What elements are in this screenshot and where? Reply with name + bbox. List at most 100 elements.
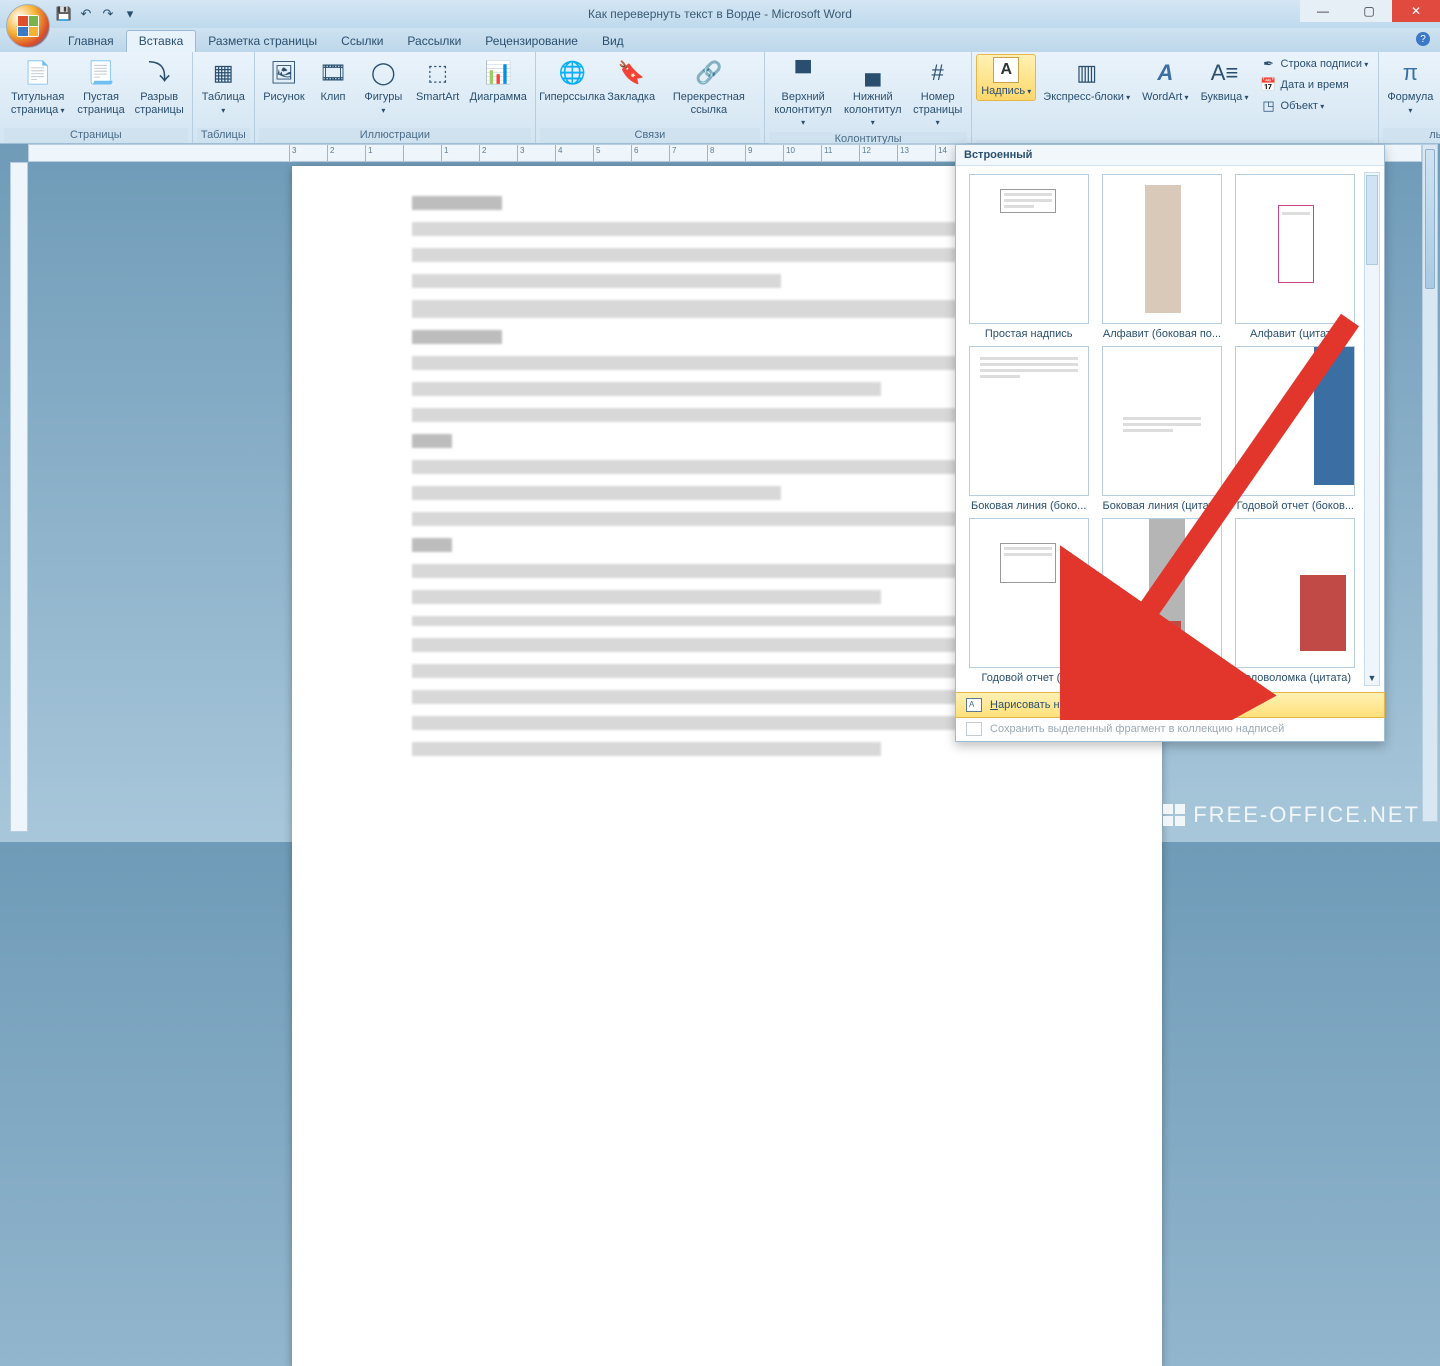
- group-tables: ▦Таблица Таблицы: [193, 52, 255, 143]
- object-button[interactable]: ◳Объект: [1256, 96, 1374, 116]
- gallery-item-sideline-quote[interactable]: Боковая линия (цитат...: [1099, 346, 1224, 512]
- scrollbar-thumb[interactable]: [1425, 149, 1435, 289]
- gallery-item-label: Головоломка (бокова...: [1102, 672, 1222, 684]
- minimize-button[interactable]: —: [1300, 0, 1346, 22]
- table-button[interactable]: ▦Таблица: [197, 54, 250, 119]
- tab-view[interactable]: Вид: [590, 31, 636, 52]
- crossref-button[interactable]: 🔗Перекрестная ссылка: [658, 54, 760, 119]
- page-number-button[interactable]: #Номер страницы: [908, 54, 967, 132]
- shapes-button[interactable]: ◯Фигуры: [357, 54, 410, 119]
- gallery-body: Простая надпись Алфавит (боковая по... А…: [956, 166, 1384, 692]
- gallery-scrollbar[interactable]: ▲ ▼: [1364, 172, 1380, 686]
- page-break-icon: ⤵: [143, 57, 175, 89]
- help-icon[interactable]: ?: [1416, 32, 1430, 46]
- redo-icon[interactable]: ↷: [100, 6, 116, 22]
- gallery-item-puzzle-quote[interactable]: Головоломка (цитата): [1233, 518, 1358, 684]
- crossref-icon: 🔗: [693, 57, 725, 89]
- table-icon: ▦: [207, 57, 239, 89]
- cover-page-button[interactable]: 📄Титульная страница: [4, 54, 71, 119]
- tab-page-layout[interactable]: Разметка страницы: [196, 31, 329, 52]
- group-label: Таблицы: [197, 128, 250, 143]
- dropcap-icon: A≡: [1209, 57, 1241, 89]
- smartart-icon: ⬚: [422, 57, 454, 89]
- save-selection-menuitem: Сохранить выделенный фрагмент в коллекци…: [956, 717, 1384, 741]
- picture-button[interactable]: 🖼Рисунок: [259, 54, 309, 107]
- window-title: Как перевернуть текст в Ворде - Microsof…: [0, 7, 1440, 21]
- quickparts-icon: ▥: [1071, 57, 1103, 89]
- clip-button[interactable]: 🎞Клип: [311, 54, 355, 107]
- datetime-icon: 📅: [1261, 77, 1277, 93]
- gallery-item-alphabet-quote[interactable]: Алфавит (цитата): [1233, 174, 1358, 340]
- header-button[interactable]: ▀Верхний колонтитул: [769, 54, 838, 132]
- hyperlink-button[interactable]: 🌐Гиперссылка: [540, 54, 605, 107]
- save-icon[interactable]: 💾: [56, 6, 72, 22]
- tab-mailings[interactable]: Рассылки: [395, 31, 473, 52]
- gallery-item-annual-side[interactable]: Годовой отчет (боков...: [1233, 346, 1358, 512]
- office-button[interactable]: [6, 4, 50, 48]
- watermark-logo-icon: [1163, 804, 1185, 826]
- group-label: Иллюстрации: [259, 128, 531, 143]
- blank-page-button[interactable]: 📃Пустая страница: [73, 54, 128, 119]
- object-icon: ◳: [1261, 98, 1277, 114]
- gallery-item-alphabet-side[interactable]: Алфавит (боковая по...: [1099, 174, 1224, 340]
- textbox-icon: A: [993, 57, 1019, 83]
- gallery-item-label: Годовой отчет (ц...: [969, 672, 1089, 684]
- quickparts-button[interactable]: ▥Экспресс-блоки: [1038, 54, 1135, 107]
- gallery-footer: A ННарисовать надписьарисовать надпись С…: [956, 692, 1384, 741]
- quick-access-toolbar: 💾 ↶ ↷ ▾: [56, 6, 138, 22]
- tab-review[interactable]: Рецензирование: [473, 31, 590, 52]
- smartart-button[interactable]: ⬚SmartArt: [412, 54, 464, 107]
- draw-textbox-menuitem[interactable]: A ННарисовать надписьарисовать надпись: [955, 692, 1385, 718]
- gallery-item-annual-quote[interactable]: Годовой отчет (ц...: [966, 518, 1091, 684]
- gallery-item-sideline-side[interactable]: Боковая линия (боко...: [966, 346, 1091, 512]
- footer-button[interactable]: ▄Нижний колонтитул: [839, 54, 906, 132]
- group-header-footer: ▀Верхний колонтитул ▄Нижний колонтитул #…: [765, 52, 972, 143]
- textbox-button[interactable]: AНадпись: [976, 54, 1036, 101]
- qat-more-icon[interactable]: ▾: [122, 6, 138, 22]
- group-label: лы: [1383, 128, 1440, 143]
- page-number-icon: #: [922, 57, 954, 89]
- chart-button[interactable]: 📊Диаграмма: [466, 54, 531, 107]
- gallery-item-simple[interactable]: Простая надпись: [966, 174, 1091, 340]
- watermark: FREE-OFFICE.NET: [1163, 802, 1420, 828]
- page-break-button[interactable]: ⤵Разрыв страницы: [131, 54, 188, 119]
- group-label: [976, 140, 1373, 143]
- vertical-ruler[interactable]: [10, 162, 28, 832]
- gallery-item-puzzle-side[interactable]: Головоломка (бокова...: [1099, 518, 1224, 684]
- signature-line-button[interactable]: ✒Строка подписи: [1256, 54, 1374, 74]
- group-text: AНадпись ▥Экспресс-блоки AWordArt A≡Букв…: [972, 52, 1378, 143]
- wordart-icon: A: [1149, 57, 1181, 89]
- picture-icon: 🖼: [268, 57, 300, 89]
- tab-home[interactable]: Главная: [56, 31, 126, 52]
- undo-icon[interactable]: ↶: [78, 6, 94, 22]
- vertical-scrollbar[interactable]: [1422, 144, 1438, 822]
- tab-references[interactable]: Ссылки: [329, 31, 395, 52]
- wordart-button[interactable]: AWordArt: [1137, 54, 1193, 107]
- tab-insert[interactable]: Вставка: [126, 30, 197, 52]
- equation-button[interactable]: πФормула: [1383, 54, 1439, 119]
- scroll-down-icon[interactable]: ▼: [1365, 671, 1379, 685]
- header-icon: ▀: [787, 57, 819, 89]
- menu-label: ННарисовать надписьарисовать надпись: [990, 699, 1095, 711]
- maximize-button[interactable]: ▢: [1346, 0, 1392, 22]
- gallery-item-label: Боковая линия (цитат...: [1102, 500, 1222, 512]
- title-bar: 💾 ↶ ↷ ▾ Как перевернуть текст в Ворде - …: [0, 0, 1440, 28]
- textbox-gallery: Встроенный Простая надпись Алфавит (боко…: [955, 144, 1385, 742]
- group-pages: 📄Титульная страница 📃Пустая страница ⤵Ра…: [0, 52, 193, 143]
- gallery-item-label: Алфавит (цитата): [1235, 328, 1355, 340]
- bookmark-icon: 🔖: [615, 57, 647, 89]
- close-button[interactable]: ✕: [1392, 0, 1440, 22]
- gallery-header: Встроенный: [956, 145, 1384, 166]
- chart-icon: 📊: [482, 57, 514, 89]
- date-time-button[interactable]: 📅Дата и время: [1256, 75, 1374, 95]
- equation-icon: π: [1394, 57, 1426, 89]
- dropcap-button[interactable]: A≡Буквица: [1196, 54, 1254, 107]
- menu-label: Сохранить выделенный фрагмент в коллекци…: [990, 723, 1284, 735]
- footer-icon: ▄: [857, 57, 889, 89]
- bookmark-button[interactable]: 🔖Закладка: [606, 54, 655, 107]
- gallery-scroll-thumb[interactable]: [1366, 175, 1378, 265]
- gallery-item-label: Боковая линия (боко...: [969, 500, 1089, 512]
- ribbon-tabs: Главная Вставка Разметка страницы Ссылки…: [0, 28, 1440, 52]
- group-label: Связи: [540, 128, 760, 143]
- gallery-item-label: Головоломка (цитата): [1235, 672, 1355, 684]
